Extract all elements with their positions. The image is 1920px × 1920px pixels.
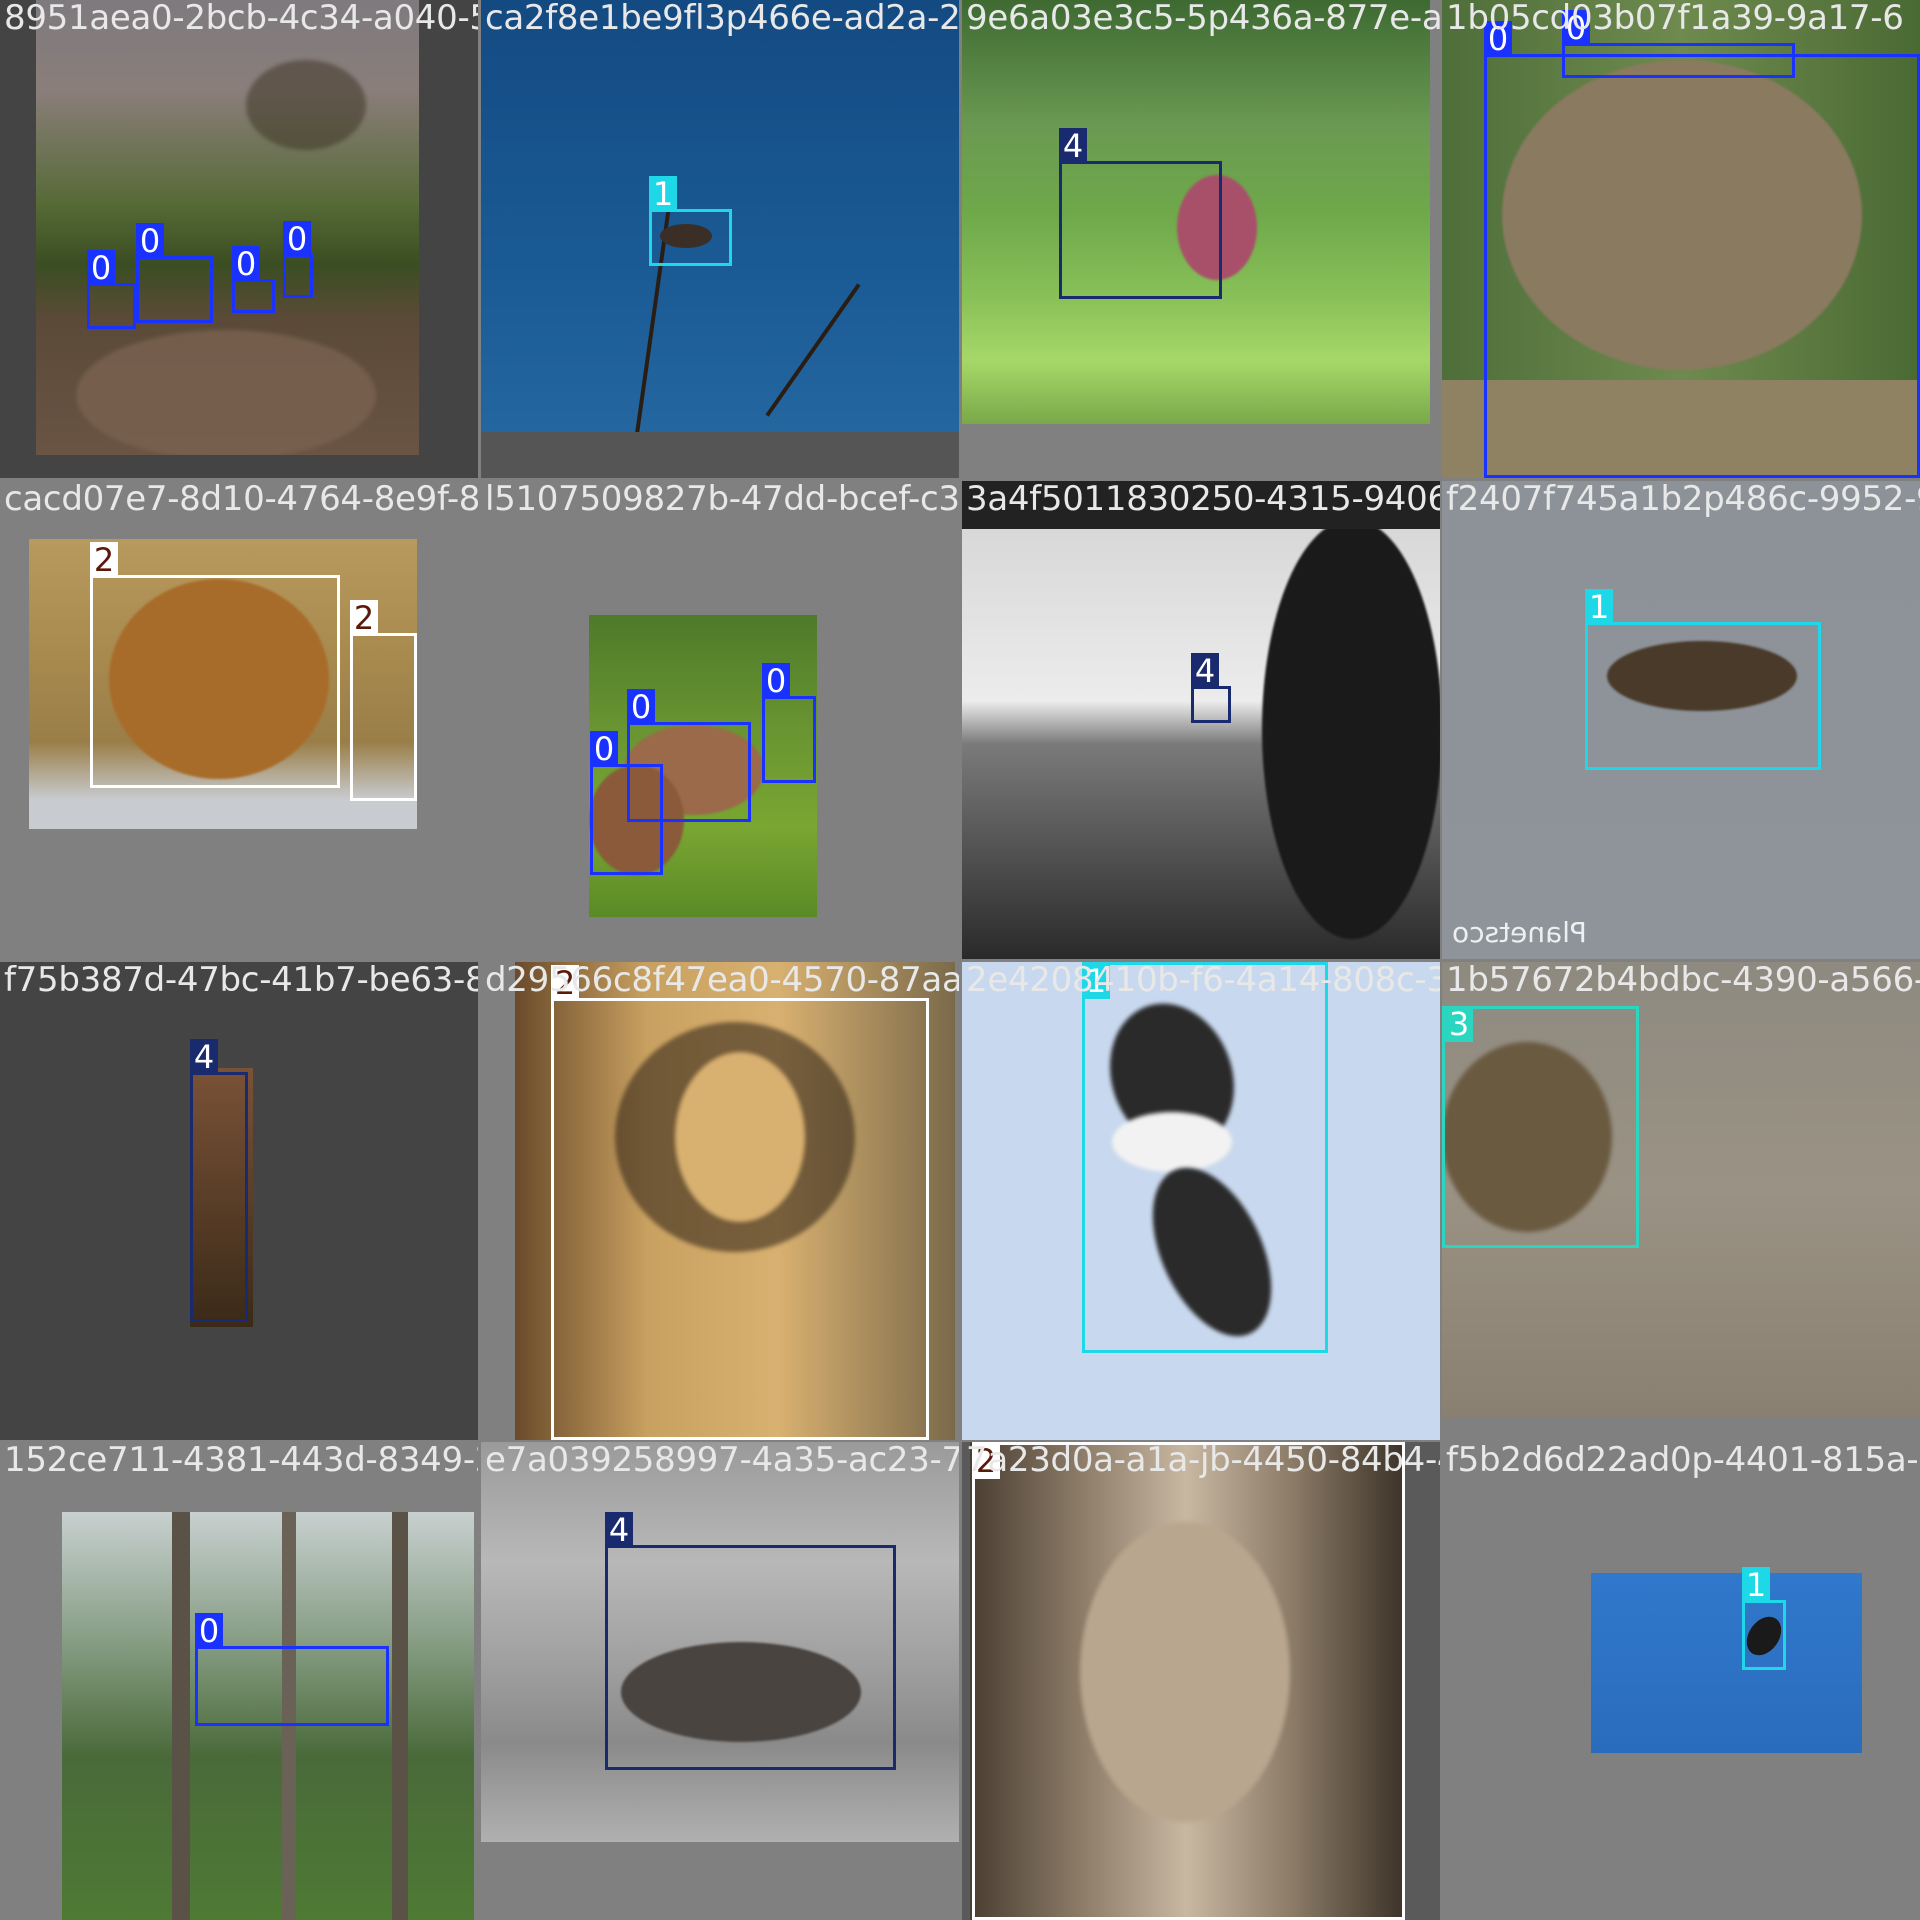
class-label: 0	[195, 1613, 223, 1649]
box-class-0: 0	[283, 221, 313, 298]
tile-filename: 2e4208410b-f6-4a14-808c-3	[966, 962, 1440, 1000]
tile-3: 4 9e6a03e3c5-5p436a-877e-a9	[962, 0, 1440, 478]
tile-filename: d29566c8f47ea0-4570-87aa-1	[485, 962, 959, 1000]
box-class-1: 1	[649, 176, 732, 266]
tile-filename: f5b2d6d22ad0p-4401-815a-e	[1446, 1442, 1920, 1480]
tile-filename: 8951aea0-2bcb-4c34-a040-5ba2f81bc3f1_jpg	[4, 0, 478, 38]
tree	[1262, 529, 1440, 939]
box-class-1: 1	[1082, 962, 1328, 1353]
class-label: 0	[232, 246, 260, 282]
tile-filename: f75b387d-47bc-41b7-be63-8e2956c8f7ea0_jp…	[4, 962, 478, 1000]
tile-8: 1 Planetsco f2407f745a1b2p486c-9952-9	[1442, 481, 1920, 959]
class-label: 1	[1742, 1567, 1770, 1603]
class-label: 0	[87, 250, 115, 286]
box-class-0: 0	[87, 250, 136, 329]
photo-hilltop-mono	[962, 529, 1440, 959]
box-class-4: 4	[1059, 128, 1222, 299]
tile-filename: 1b05cd03b07f1a39-9a17-6	[1446, 0, 1904, 38]
tile-4: 0 0 1b05cd03b07f1a39-9a17-6	[1442, 0, 1920, 478]
tile-filename: 3a4f5011830250-4315-9406-1a	[966, 481, 1440, 519]
tile-9: 4 f75b387d-47bc-41b7-be63-8e2956c8f7ea0_…	[0, 962, 478, 1440]
box-class-4: 4	[190, 1039, 248, 1322]
class-label: 0	[627, 689, 655, 725]
class-label: 0	[590, 731, 618, 767]
tile-filename: 152ce711-4381-443d-8349-2f7e0392582b7_jp…	[4, 1442, 478, 1480]
tile-14: 4 e7a039258997-4a35-ac23-7c	[481, 1442, 959, 1920]
tile-filename: cacd07e7-8d10-4764-8e9f-8d6137503827b_jp…	[4, 481, 478, 519]
box-class-2: 2	[90, 542, 340, 788]
tile-15: 2 7a23d0a-a1a-jb-4450-84b4-4	[962, 1442, 1440, 1920]
tile-1: 0 0 0 0 8951aea0-2bcb-4c34-a040-5ba2f81b…	[0, 0, 478, 478]
branch	[765, 283, 861, 417]
box-class-2: 2	[551, 965, 929, 1440]
tile-11: 1 2e4208410b-f6-4a14-808c-3	[962, 962, 1440, 1440]
bird	[660, 224, 712, 248]
box-class-0: 0	[590, 731, 663, 875]
class-label: 4	[190, 1039, 218, 1075]
class-label: 4	[1059, 128, 1087, 164]
tile-filename: 1b57672b4bdbc-4390-a566-2	[1446, 962, 1920, 1000]
tile-5: 2 2 cacd07e7-8d10-4764-8e9f-8d6137503827…	[0, 481, 478, 959]
tree-trunk	[392, 1512, 408, 1920]
tile-6: 0 0 0 l5107509827b-47dd-bcef-c3	[481, 481, 959, 959]
tile-filename: 7a23d0a-a1a-jb-4450-84b4-4	[966, 1442, 1440, 1480]
tile-filename: 9e6a03e3c5-5p436a-877e-a9	[966, 0, 1440, 38]
tile-filename: f2407f745a1b2p486c-9952-9	[1446, 481, 1920, 519]
box-class-3: 3	[1442, 1006, 1639, 1248]
box-class-0: 0	[136, 223, 213, 323]
box-class-1: 1	[1742, 1567, 1786, 1670]
class-label: 2	[90, 542, 118, 578]
tile-10: 2 d29566c8f47ea0-4570-87aa-1	[481, 962, 959, 1440]
road	[76, 330, 376, 455]
box-class-0: 0	[1562, 10, 1795, 78]
class-label: 0	[136, 223, 164, 259]
watermark-text: Planetsco	[1452, 916, 1587, 949]
class-label: 0	[283, 221, 311, 257]
photo-elephants-road	[36, 0, 419, 455]
tile-filename: e7a039258997-4a35-ac23-7c	[485, 1442, 959, 1480]
box-class-2: 2	[350, 600, 417, 801]
box-class-4: 4	[605, 1512, 896, 1770]
tree-canopy	[246, 60, 366, 150]
box-class-0: 0	[195, 1613, 389, 1726]
tree-trunk	[172, 1512, 190, 1920]
class-label: 1	[649, 176, 677, 212]
tile-filename: l5107509827b-47dd-bcef-c3	[485, 481, 959, 519]
class-label: 1	[1585, 589, 1613, 625]
photo-eagle-small	[1591, 1573, 1862, 1753]
tile-16: 1 f5b2d6d22ad0p-4401-815a-e	[1442, 1442, 1920, 1920]
class-label: 4	[1191, 653, 1219, 689]
tile-12: 3 1b57672b4bdbc-4390-a566-2	[1442, 962, 1920, 1440]
box-class-2: 2	[972, 1442, 1405, 1920]
class-label: 3	[1445, 1006, 1473, 1042]
class-label: 4	[605, 1512, 633, 1548]
detection-mosaic: 0 0 0 0 8951aea0-2bcb-4c34-a040-5ba2f81b…	[0, 0, 1920, 1920]
box-class-0: 0	[232, 246, 275, 313]
class-label: 0	[762, 663, 790, 699]
class-label: 2	[350, 600, 378, 636]
box-class-0: 0	[1484, 21, 1920, 478]
box-class-4: 4	[1191, 653, 1231, 723]
tile-2: 1 ca2f8e1be9fl3p466e-ad2a-2	[481, 0, 959, 478]
box-class-1: 1	[1585, 589, 1821, 770]
tile-7: 4 3a4f5011830250-4315-9406-1a	[962, 481, 1440, 959]
tile-filename: ca2f8e1be9fl3p466e-ad2a-2	[485, 0, 959, 38]
box-class-0: 0	[762, 663, 816, 783]
tile-13: 0 152ce711-4381-443d-8349-2f7e0392582b7_…	[0, 1442, 478, 1920]
